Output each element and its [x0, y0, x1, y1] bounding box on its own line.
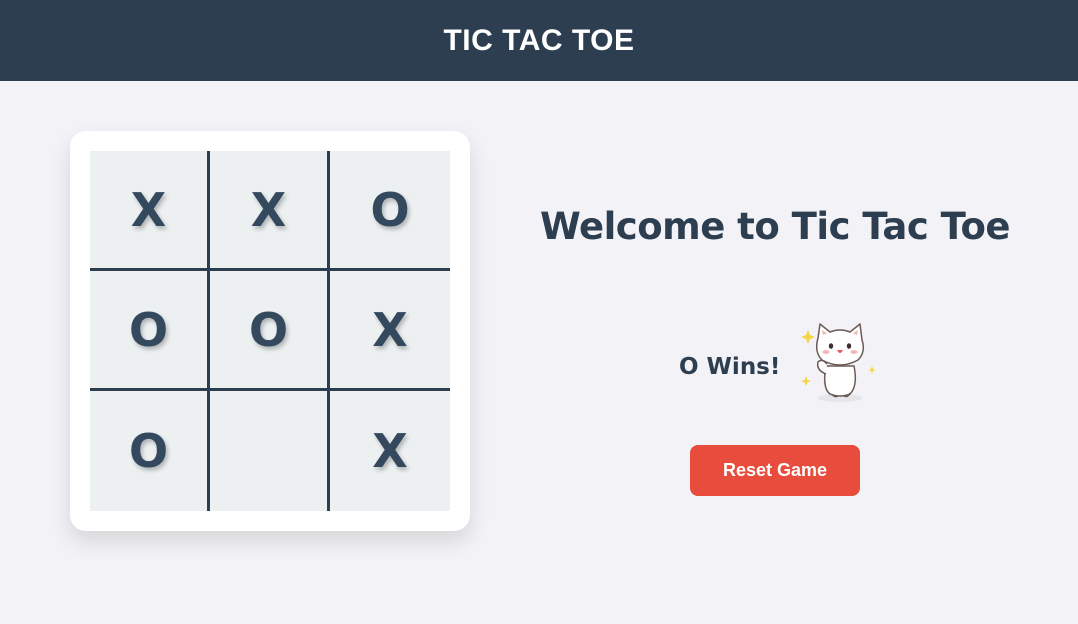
board-cell-5[interactable]: O [210, 271, 330, 391]
board-card: X X O O O X O X [70, 131, 470, 531]
board-cell-3[interactable]: O [330, 151, 450, 271]
app-title: TIC TAC TOE [443, 23, 635, 57]
board-cell-4[interactable]: O [90, 271, 210, 391]
game-board: X X O O O X O X [90, 151, 450, 511]
reset-game-button[interactable]: Reset Game [690, 445, 860, 496]
happy-cat-sticker-icon [801, 323, 877, 402]
status-text: O Wins! [679, 354, 781, 380]
welcome-heading: Welcome to Tic Tac Toe [540, 205, 1010, 248]
board-cell-2[interactable]: X [210, 151, 330, 271]
board-cell-7[interactable]: O [90, 391, 210, 511]
app-header: TIC TAC TOE [0, 0, 1078, 81]
board-cell-9[interactable]: X [330, 391, 450, 511]
board-cell-6[interactable]: X [330, 271, 450, 391]
board-cell-8[interactable] [210, 391, 330, 511]
game-status: O Wins! [679, 318, 880, 408]
board-cell-1[interactable]: X [90, 151, 210, 271]
